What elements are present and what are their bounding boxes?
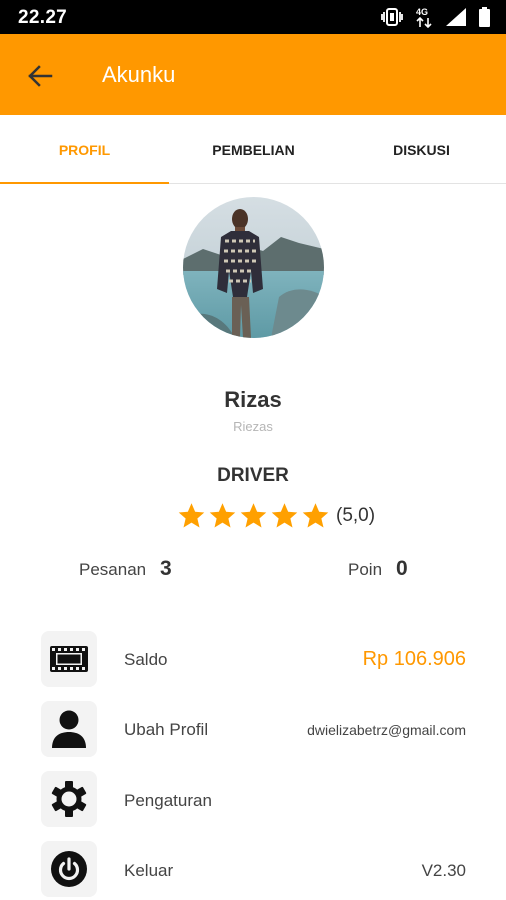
settings-icon-button[interactable] (41, 771, 97, 827)
power-icon (51, 851, 87, 887)
menu-label-pengaturan[interactable]: Pengaturan (124, 791, 212, 811)
battery-icon (479, 7, 490, 27)
username: Riezas (233, 419, 273, 434)
tab-pembelian[interactable]: PEMBELIAN (169, 116, 338, 184)
avatar-photo (183, 197, 324, 338)
tab-diskusi[interactable]: DISKUSI (337, 116, 506, 184)
edit-profile-icon-button[interactable] (41, 701, 97, 757)
app-bar: Akunku (0, 34, 506, 115)
menu-label-keluar[interactable]: Keluar (124, 861, 173, 881)
signal-icon (446, 8, 466, 26)
balance-amount: Rp 106.906 (362, 648, 466, 670)
orders-label: Pesanan (79, 560, 147, 579)
points-count: 0 (396, 557, 408, 580)
active-tab-indicator (0, 182, 169, 184)
tab-profil[interactable]: PROFIL (0, 116, 169, 184)
avatar[interactable] (183, 197, 324, 338)
back-button[interactable] (20, 56, 60, 96)
menu-label-saldo[interactable]: Saldo (124, 650, 167, 670)
star-icon (302, 503, 329, 528)
user-email: dwielizabetrz@gmail.com (307, 722, 466, 738)
back-arrow-icon (28, 65, 53, 87)
vibrate-icon (381, 8, 403, 26)
gear-icon (51, 781, 87, 817)
star-icon (240, 503, 267, 528)
star-icon (271, 503, 298, 528)
menu-label-ubah-profil[interactable]: Ubah Profil (124, 720, 208, 740)
status-bar: 22.27 4G (0, 0, 506, 34)
tab-bar: PROFIL PEMBELIAN DISKUSI (0, 116, 506, 184)
balance-icon-button[interactable] (41, 631, 97, 687)
mobile-data-icon: 4G (416, 7, 432, 28)
star-icon (178, 503, 205, 528)
user-name: Rizas (224, 387, 282, 412)
network-type-label: 4G (416, 7, 428, 17)
status-time: 22.27 (18, 7, 68, 28)
person-icon (52, 710, 86, 748)
status-icons: 4G (381, 6, 490, 28)
rating-value: (5,0) (336, 505, 376, 526)
logout-icon-button[interactable] (41, 841, 97, 897)
app-version: V2.30 (421, 861, 466, 880)
star-icon (209, 503, 236, 528)
points-label: Poin (348, 560, 383, 579)
rating: (5,0) (176, 501, 375, 531)
user-role: DRIVER (217, 465, 289, 486)
film-strip-icon (50, 646, 88, 672)
orders-count: 3 (160, 557, 172, 580)
page-title: Akunku (102, 62, 176, 87)
